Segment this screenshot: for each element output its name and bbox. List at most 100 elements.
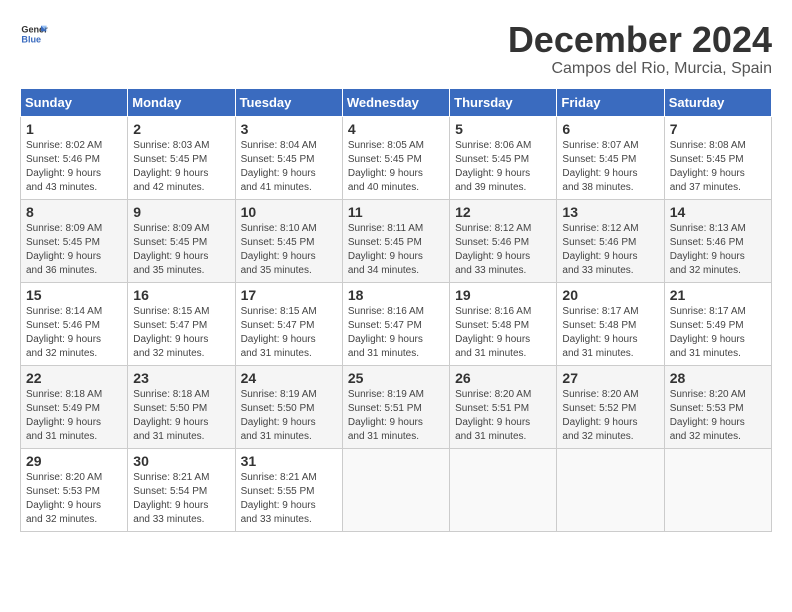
week-row: 22 Sunrise: 8:18 AMSunset: 5:49 PMDayligh… xyxy=(21,365,772,448)
day-info: Sunrise: 8:19 AMSunset: 5:50 PMDaylight:… xyxy=(241,389,317,442)
calendar-day: 24 Sunrise: 8:19 AMSunset: 5:50 PMDayligh… xyxy=(235,365,342,448)
calendar-day: 23 Sunrise: 8:18 AMSunset: 5:50 PMDayligh… xyxy=(128,365,235,448)
day-info: Sunrise: 8:20 AMSunset: 5:53 PMDaylight:… xyxy=(26,472,102,525)
calendar-day: 9 Sunrise: 8:09 AMSunset: 5:45 PMDaylight… xyxy=(128,199,235,282)
day-info: Sunrise: 8:10 AMSunset: 5:45 PMDaylight:… xyxy=(241,223,317,276)
col-header-sunday: Sunday xyxy=(21,88,128,116)
day-info: Sunrise: 8:17 AMSunset: 5:49 PMDaylight:… xyxy=(670,306,746,359)
day-info: Sunrise: 8:18 AMSunset: 5:49 PMDaylight:… xyxy=(26,389,102,442)
calendar-day: 8Sunrise: 8:09 AMSunset: 5:45 PMDaylight… xyxy=(21,199,128,282)
calendar-day: 17Sunrise: 8:15 AMSunset: 5:47 PMDayligh… xyxy=(235,282,342,365)
calendar-day: 31 Sunrise: 8:21 AMSunset: 5:55 PMDayligh… xyxy=(235,448,342,531)
header-row: SundayMondayTuesdayWednesdayThursdayFrid… xyxy=(21,88,772,116)
day-number: 20 xyxy=(562,287,658,303)
day-info: Sunrise: 8:20 AMSunset: 5:53 PMDaylight:… xyxy=(670,389,746,442)
day-number: 28 xyxy=(670,370,766,386)
logo: General Blue xyxy=(20,20,48,48)
week-row: 1 Sunrise: 8:02 AMSunset: 5:46 PMDaylight… xyxy=(21,116,772,199)
day-info: Sunrise: 8:09 AMSunset: 5:45 PMDaylight:… xyxy=(133,223,209,276)
week-row: 15Sunrise: 8:14 AMSunset: 5:46 PMDayligh… xyxy=(21,282,772,365)
calendar-day: 1 Sunrise: 8:02 AMSunset: 5:46 PMDaylight… xyxy=(21,116,128,199)
logo-icon: General Blue xyxy=(20,20,48,48)
day-number: 22 xyxy=(26,370,122,386)
day-info: Sunrise: 8:18 AMSunset: 5:50 PMDaylight:… xyxy=(133,389,209,442)
day-info: Sunrise: 8:07 AMSunset: 5:45 PMDaylight:… xyxy=(562,140,638,193)
col-header-thursday: Thursday xyxy=(450,88,557,116)
calendar-day: 4 Sunrise: 8:05 AMSunset: 5:45 PMDaylight… xyxy=(342,116,449,199)
calendar-day: 7 Sunrise: 8:08 AMSunset: 5:45 PMDaylight… xyxy=(664,116,771,199)
calendar-day: 6 Sunrise: 8:07 AMSunset: 5:45 PMDaylight… xyxy=(557,116,664,199)
day-number: 14 xyxy=(670,204,766,220)
col-header-monday: Monday xyxy=(128,88,235,116)
calendar-day xyxy=(557,448,664,531)
day-number: 4 xyxy=(348,121,444,137)
day-info: Sunrise: 8:16 AMSunset: 5:47 PMDaylight:… xyxy=(348,306,424,359)
day-number: 2 xyxy=(133,121,229,137)
calendar-day xyxy=(450,448,557,531)
day-number: 6 xyxy=(562,121,658,137)
calendar-day: 11 Sunrise: 8:11 AMSunset: 5:45 PMDayligh… xyxy=(342,199,449,282)
day-number: 19 xyxy=(455,287,551,303)
day-number: 16 xyxy=(133,287,229,303)
day-number: 3 xyxy=(241,121,337,137)
calendar-day: 18 Sunrise: 8:16 AMSunset: 5:47 PMDayligh… xyxy=(342,282,449,365)
col-header-friday: Friday xyxy=(557,88,664,116)
col-header-saturday: Saturday xyxy=(664,88,771,116)
day-info: Sunrise: 8:11 AMSunset: 5:45 PMDaylight:… xyxy=(348,223,423,276)
day-info: Sunrise: 8:20 AMSunset: 5:51 PMDaylight:… xyxy=(455,389,531,442)
calendar-day: 26 Sunrise: 8:20 AMSunset: 5:51 PMDayligh… xyxy=(450,365,557,448)
day-number: 5 xyxy=(455,121,551,137)
day-info: Sunrise: 8:04 AMSunset: 5:45 PMDaylight:… xyxy=(241,140,317,193)
day-info: Sunrise: 8:21 AMSunset: 5:54 PMDaylight:… xyxy=(133,472,209,525)
day-info: Sunrise: 8:13 AMSunset: 5:46 PMDaylight:… xyxy=(670,223,746,276)
calendar-day: 12Sunrise: 8:12 AMSunset: 5:46 PMDayligh… xyxy=(450,199,557,282)
calendar-day: 13Sunrise: 8:12 AMSunset: 5:46 PMDayligh… xyxy=(557,199,664,282)
calendar-day: 20 Sunrise: 8:17 AMSunset: 5:48 PMDayligh… xyxy=(557,282,664,365)
day-number: 11 xyxy=(348,204,444,220)
day-info: Sunrise: 8:05 AMSunset: 5:45 PMDaylight:… xyxy=(348,140,424,193)
day-number: 7 xyxy=(670,121,766,137)
day-info: Sunrise: 8:12 AMSunset: 5:46 PMDaylight:… xyxy=(562,223,638,276)
day-info: Sunrise: 8:21 AMSunset: 5:55 PMDaylight:… xyxy=(241,472,317,525)
day-number: 29 xyxy=(26,453,122,469)
day-number: 27 xyxy=(562,370,658,386)
title-area: December 2024 Campos del Rio, Murcia, Sp… xyxy=(508,20,772,78)
week-row: 29 Sunrise: 8:20 AMSunset: 5:53 PMDayligh… xyxy=(21,448,772,531)
week-row: 8 Sunrise: 8:09 AMSunset: 5:45 PMDaylight… xyxy=(21,199,772,282)
calendar-day: 16 Sunrise: 8:15 AMSunset: 5:47 PMDayligh… xyxy=(128,282,235,365)
day-info: Sunrise: 8:16 AMSunset: 5:48 PMDaylight:… xyxy=(455,306,531,359)
day-number: 1 xyxy=(26,121,122,137)
day-number: 21 xyxy=(670,287,766,303)
day-info: Sunrise: 8:06 AMSunset: 5:45 PMDaylight:… xyxy=(455,140,531,193)
day-number: 26 xyxy=(455,370,551,386)
calendar-day: 29 Sunrise: 8:20 AMSunset: 5:53 PMDayligh… xyxy=(21,448,128,531)
day-number: 8 xyxy=(26,204,122,220)
day-info: Sunrise: 8:19 AMSunset: 5:51 PMDaylight:… xyxy=(348,389,424,442)
calendar-table: SundayMondayTuesdayWednesdayThursdayFrid… xyxy=(20,88,772,532)
calendar-day: 27 Sunrise: 8:20 AMSunset: 5:52 PMDayligh… xyxy=(557,365,664,448)
day-number: 9 xyxy=(133,204,229,220)
day-info: Sunrise: 8:17 AMSunset: 5:48 PMDaylight:… xyxy=(562,306,638,359)
calendar-day: 2Sunrise: 8:03 AMSunset: 5:45 PMDaylight… xyxy=(128,116,235,199)
calendar-day: 10Sunrise: 8:10 AMSunset: 5:45 PMDayligh… xyxy=(235,199,342,282)
calendar-day: 14 Sunrise: 8:13 AMSunset: 5:46 PMDayligh… xyxy=(664,199,771,282)
day-info: Sunrise: 8:15 AMSunset: 5:47 PMDaylight:… xyxy=(133,306,209,359)
day-info: Sunrise: 8:20 AMSunset: 5:52 PMDaylight:… xyxy=(562,389,638,442)
day-number: 18 xyxy=(348,287,444,303)
calendar-day: 19 Sunrise: 8:16 AMSunset: 5:48 PMDayligh… xyxy=(450,282,557,365)
day-number: 23 xyxy=(133,370,229,386)
calendar-day: 21 Sunrise: 8:17 AMSunset: 5:49 PMDayligh… xyxy=(664,282,771,365)
calendar-day: 30 Sunrise: 8:21 AMSunset: 5:54 PMDayligh… xyxy=(128,448,235,531)
calendar-day: 3 Sunrise: 8:04 AMSunset: 5:45 PMDaylight… xyxy=(235,116,342,199)
day-number: 12 xyxy=(455,204,551,220)
day-number: 24 xyxy=(241,370,337,386)
calendar-day: 25Sunrise: 8:19 AMSunset: 5:51 PMDayligh… xyxy=(342,365,449,448)
day-info: Sunrise: 8:08 AMSunset: 5:45 PMDaylight:… xyxy=(670,140,746,193)
calendar-day xyxy=(342,448,449,531)
calendar-day: 22 Sunrise: 8:18 AMSunset: 5:49 PMDayligh… xyxy=(21,365,128,448)
day-info: Sunrise: 8:15 AMSunset: 5:47 PMDaylight:… xyxy=(241,306,317,359)
subtitle: Campos del Rio, Murcia, Spain xyxy=(508,60,772,78)
day-info: Sunrise: 8:02 AMSunset: 5:46 PMDaylight:… xyxy=(26,140,102,193)
day-number: 30 xyxy=(133,453,229,469)
day-number: 31 xyxy=(241,453,337,469)
